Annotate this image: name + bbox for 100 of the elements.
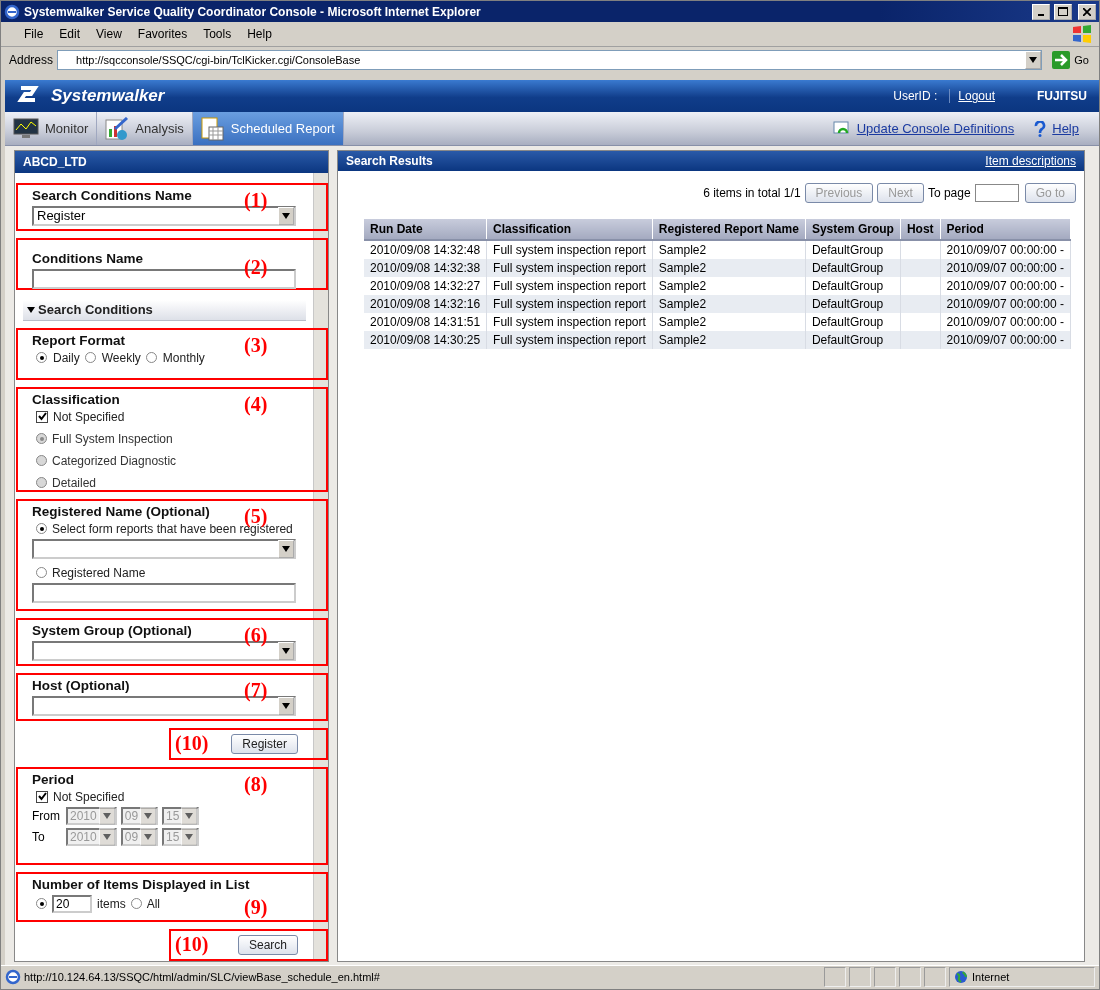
field-label: Host (Optional) bbox=[32, 677, 130, 693]
user-id-label: UserID : bbox=[893, 89, 938, 104]
callout-number: (4) bbox=[244, 392, 268, 416]
caret-icon bbox=[144, 812, 153, 819]
maximize-icon bbox=[1058, 7, 1068, 17]
menu-item[interactable]: View bbox=[89, 25, 129, 44]
callout-number: (6) bbox=[244, 623, 268, 647]
page-field[interactable] bbox=[974, 183, 1019, 202]
monitor-icon bbox=[13, 117, 39, 140]
column-header: Registered Report Name bbox=[652, 218, 806, 240]
callout-number: (10) bbox=[175, 731, 209, 755]
checkbox[interactable] bbox=[36, 410, 48, 423]
status-url: http://10.124.64.13/SSQC/html/admin/SLC/viewBase_schedule_en.html# bbox=[24, 971, 381, 984]
field-label: Period bbox=[32, 771, 74, 787]
tab[interactable]: Monitor bbox=[5, 112, 98, 145]
refresh-icon bbox=[832, 120, 851, 137]
caret-icon bbox=[185, 812, 194, 819]
option-label: Daily bbox=[53, 350, 80, 365]
button[interactable]: Register bbox=[231, 733, 298, 754]
status-pane bbox=[824, 967, 846, 988]
field-label: Registered Name (Optional) bbox=[32, 503, 210, 519]
minimize-button[interactable] bbox=[1032, 3, 1050, 20]
brand-name: Systemwalker bbox=[51, 86, 166, 107]
option-label: Registered Name bbox=[52, 565, 146, 580]
page-label: To page bbox=[927, 185, 971, 200]
option-label: Detailed bbox=[52, 475, 97, 490]
option-label: Weekly bbox=[101, 350, 141, 365]
caret-icon bbox=[282, 702, 290, 709]
section-header[interactable]: Search Conditions bbox=[23, 299, 306, 321]
field-label: Classification bbox=[32, 391, 120, 407]
browser-icon bbox=[4, 3, 20, 20]
number-field[interactable]: 20 bbox=[52, 894, 92, 913]
option-label: Monthly bbox=[162, 350, 205, 365]
column-header: Run Date bbox=[364, 218, 487, 240]
option-label: Not Specified bbox=[53, 409, 125, 424]
menu-item[interactable]: Edit bbox=[52, 25, 88, 44]
text-field[interactable] bbox=[32, 582, 296, 603]
menu-item[interactable]: Help bbox=[240, 25, 279, 44]
globe-icon bbox=[954, 970, 968, 985]
logout-link[interactable]: Logout bbox=[949, 89, 995, 104]
radio-button[interactable] bbox=[36, 523, 47, 535]
field-label: Number of Items Displayed in List bbox=[32, 876, 250, 892]
column-header: Period bbox=[940, 218, 1071, 240]
caret-icon bbox=[185, 833, 194, 840]
calendar-icon bbox=[200, 115, 225, 142]
field-label: Report Format bbox=[32, 332, 125, 348]
radio-button[interactable] bbox=[84, 352, 96, 364]
tab[interactable]: Scheduled Report bbox=[192, 112, 344, 145]
panel-title: Search Results bbox=[346, 153, 433, 168]
button[interactable]: Search bbox=[237, 934, 298, 955]
close-button[interactable] bbox=[1078, 3, 1096, 20]
status-pane bbox=[849, 967, 871, 988]
radio-button[interactable] bbox=[145, 352, 157, 364]
status-pane bbox=[924, 967, 946, 988]
caret-icon bbox=[102, 812, 111, 819]
menu-item[interactable]: Favorites bbox=[130, 25, 195, 44]
address-label: Address bbox=[9, 52, 54, 67]
column-header: System Group bbox=[805, 218, 901, 240]
radio-button[interactable] bbox=[36, 352, 47, 364]
caret-icon bbox=[282, 545, 290, 552]
result-summary: 6 items in total 1/1 bbox=[703, 185, 801, 200]
callout-number: (10) bbox=[175, 932, 209, 956]
radio-button[interactable] bbox=[36, 567, 47, 579]
item-descriptions-link[interactable]: Item descriptions bbox=[985, 153, 1076, 168]
caret-icon bbox=[282, 212, 290, 219]
radio-button[interactable] bbox=[130, 898, 142, 910]
column-header: Host bbox=[900, 218, 941, 240]
address-field[interactable]: http://sqcconsole/SSQC/cgi-bin/TclKicker.cgi/ConsoleBase bbox=[57, 49, 1043, 70]
callout-number: (2) bbox=[244, 255, 268, 279]
page-icon bbox=[5, 969, 21, 986]
toolbar-link[interactable]: Help bbox=[1052, 121, 1079, 136]
tab[interactable]: Analysis bbox=[97, 112, 193, 145]
chart-icon bbox=[105, 116, 130, 141]
caret-icon bbox=[1029, 56, 1038, 63]
callout-number: (7) bbox=[244, 678, 268, 702]
date-label: From bbox=[32, 808, 61, 823]
dropdown[interactable] bbox=[32, 538, 296, 559]
toolbar-link[interactable]: Update Console Definitions bbox=[856, 121, 1015, 136]
go-button[interactable]: Go bbox=[1046, 50, 1095, 69]
column-header: Classification bbox=[486, 218, 653, 240]
menu-item[interactable]: Tools bbox=[196, 25, 239, 44]
vendor-name: FUJITSU bbox=[1037, 89, 1087, 104]
caret-icon bbox=[102, 833, 111, 840]
arrow-icon bbox=[1052, 50, 1071, 69]
field-label: Conditions Name bbox=[32, 250, 143, 266]
close-icon bbox=[1083, 7, 1091, 16]
minimize-icon bbox=[1038, 13, 1044, 16]
maximize-button[interactable] bbox=[1054, 3, 1072, 20]
option-label: Not Specified bbox=[53, 789, 125, 804]
callout-number: (3) bbox=[244, 333, 268, 357]
menu-item[interactable]: File bbox=[17, 25, 51, 44]
option-label: Categorized Diagnostic bbox=[52, 453, 177, 468]
radio-button[interactable] bbox=[36, 898, 47, 910]
unit-label: items bbox=[97, 896, 126, 911]
caret-icon bbox=[282, 647, 290, 654]
field-label: System Group (Optional) bbox=[32, 622, 192, 638]
option-label: Full System Inspection bbox=[52, 431, 173, 446]
window-title: Systemwalker Service Quality Coordinator Console - Microsoft Internet Explorer bbox=[24, 4, 482, 19]
date-label: To bbox=[32, 829, 46, 844]
status-pane bbox=[874, 967, 896, 988]
